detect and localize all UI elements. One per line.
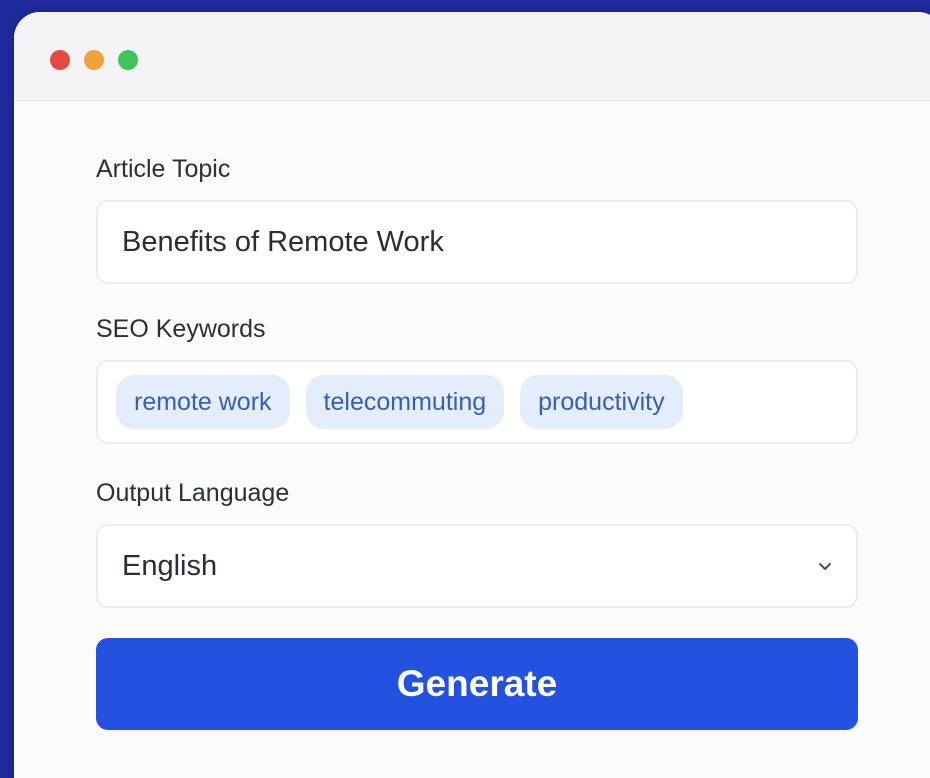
chevron-down-icon: [819, 563, 831, 570]
output-language-select[interactable]: English: [96, 524, 858, 608]
article-topic-value: Benefits of Remote Work: [122, 225, 444, 258]
output-language-value: English: [122, 549, 218, 582]
keyword-chip[interactable]: telecommuting: [305, 375, 505, 429]
generate-button[interactable]: Generate: [96, 638, 858, 730]
seo-keywords-input[interactable]: remote work telecommuting productivity: [96, 360, 858, 444]
close-window-button[interactable]: [50, 50, 70, 70]
article-form: Article Topic Benefits of Remote Work SE…: [96, 152, 858, 730]
minimize-window-button[interactable]: [84, 50, 104, 70]
article-topic-input[interactable]: Benefits of Remote Work: [96, 200, 858, 284]
window-controls: [50, 50, 138, 70]
article-topic-label: Article Topic: [96, 155, 231, 183]
seo-keywords-label: SEO Keywords: [96, 315, 266, 343]
keyword-chip[interactable]: productivity: [520, 375, 683, 429]
app-window: Article Topic Benefits of Remote Work SE…: [14, 12, 930, 778]
output-language-label: Output Language: [96, 479, 290, 507]
keyword-chip[interactable]: remote work: [116, 375, 290, 429]
title-bar: [14, 12, 930, 101]
zoom-window-button[interactable]: [118, 50, 138, 70]
